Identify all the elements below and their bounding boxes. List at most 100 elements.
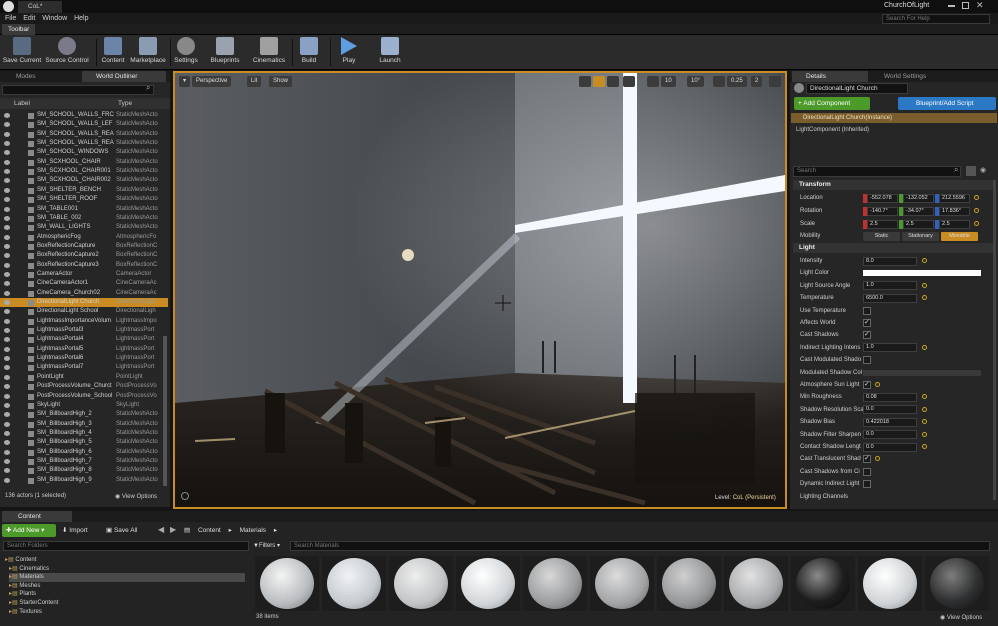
- import-button[interactable]: ⬇ Import: [62, 526, 88, 534]
- light-section-header[interactable]: Light: [793, 243, 993, 253]
- settings-button[interactable]: Settings: [172, 36, 200, 69]
- visibility-eye-icon[interactable]: [4, 281, 10, 287]
- folder-tree-item[interactable]: ▸▤ Textures: [9, 608, 245, 617]
- outliner-row[interactable]: SM_BillboardHigh_7 StaticMeshActo: [0, 457, 168, 466]
- property-checkbox[interactable]: [863, 379, 871, 391]
- help-search-input[interactable]: Search For Help: [882, 14, 990, 24]
- visibility-eye-icon[interactable]: [4, 440, 10, 446]
- maximize-icon[interactable]: [962, 2, 969, 9]
- property-value-field[interactable]: 1.0: [863, 343, 917, 353]
- visibility-eye-icon[interactable]: [4, 477, 10, 483]
- location-x-field[interactable]: -552.078: [867, 193, 898, 203]
- property-value-field[interactable]: 0.422018: [863, 417, 917, 427]
- breadcrumb-materials[interactable]: Materials: [240, 527, 266, 534]
- scale-x-field[interactable]: 2.5: [867, 219, 898, 229]
- minimize-icon[interactable]: [948, 5, 955, 7]
- outliner-row[interactable]: SM_SCHOOL_WALLS_REA StaticMeshActo: [0, 130, 168, 139]
- outliner-row[interactable]: BoxReflectionCapture BoxReflectionC: [0, 242, 168, 251]
- outliner-row[interactable]: LightmassImportanceVolum LightmassImpo: [0, 317, 168, 326]
- folder-tree-item[interactable]: ▸▤ Cinematics: [9, 565, 245, 574]
- property-checkbox[interactable]: [863, 467, 871, 476]
- folder-tree-item[interactable]: ▸▤ Materials: [9, 573, 245, 582]
- visibility-eye-icon[interactable]: [4, 393, 10, 399]
- mobility-stationary-toggle[interactable]: Stationary: [902, 231, 939, 241]
- tab-modes[interactable]: Modes: [2, 71, 80, 82]
- reset-to-default-icon[interactable]: [922, 419, 927, 425]
- outliner-row[interactable]: SM_TABLE001 StaticMeshActo: [0, 205, 168, 214]
- grid-snap-value[interactable]: 10: [661, 76, 676, 87]
- save-current-button[interactable]: Save Current: [2, 36, 42, 69]
- search-folders-input[interactable]: Search Folders: [3, 541, 249, 551]
- location-y-field[interactable]: -132.052: [903, 193, 934, 203]
- visibility-eye-icon[interactable]: [4, 300, 10, 305]
- visibility-eye-icon[interactable]: [4, 290, 10, 296]
- visibility-eye-icon[interactable]: [4, 131, 10, 137]
- transform-section-header[interactable]: Transform: [793, 180, 993, 190]
- visibility-eye-icon[interactable]: [4, 215, 10, 221]
- outliner-search-input[interactable]: [2, 85, 154, 95]
- rotation-y-field[interactable]: -34.07°: [903, 206, 934, 216]
- outliner-row[interactable]: SM_SHELTER_ROOF StaticMeshActo: [0, 195, 168, 204]
- material-thumbnail[interactable]: [858, 556, 922, 611]
- tab-world-settings[interactable]: World Settings: [870, 71, 954, 82]
- details-scrollbar[interactable]: [993, 180, 996, 500]
- outliner-row[interactable]: SM_SCXHOOL_CHAIR002 StaticMeshActo: [0, 176, 168, 185]
- mobility-static-toggle[interactable]: Static: [863, 231, 900, 241]
- viewport-options-button[interactable]: ▾: [179, 76, 191, 87]
- visibility-eye-icon[interactable]: [4, 113, 10, 118]
- show-button[interactable]: Show: [269, 76, 293, 87]
- visibility-eye-icon[interactable]: [4, 412, 10, 418]
- document-tab[interactable]: CoL*: [18, 1, 62, 13]
- visibility-eye-icon[interactable]: [4, 337, 10, 343]
- scale-label[interactable]: Scale: [800, 218, 864, 230]
- details-search-input[interactable]: Search: [793, 166, 961, 177]
- visibility-eye-icon[interactable]: [4, 449, 10, 455]
- outliner-row[interactable]: SM_SHELTER_BENCH StaticMeshActo: [0, 186, 168, 195]
- maximize-viewport-icon[interactable]: [769, 76, 781, 87]
- outliner-row[interactable]: SM_BillboardHigh_5 StaticMeshActo: [0, 438, 168, 447]
- rotate-tool-icon[interactable]: [593, 76, 605, 87]
- close-icon[interactable]: ✕: [976, 0, 984, 11]
- visibility-eye-icon[interactable]: [4, 346, 10, 352]
- outliner-row[interactable]: LightmassPortal7 LightmassPort: [0, 363, 168, 372]
- column-type[interactable]: Type: [118, 98, 132, 109]
- outliner-row[interactable]: BoxReflectionCapture2 BoxReflectionC: [0, 251, 168, 260]
- reset-to-default-icon[interactable]: [922, 258, 927, 263]
- material-thumbnail[interactable]: [657, 556, 721, 611]
- visibility-eye-icon[interactable]: [4, 197, 10, 203]
- visibility-eye-icon[interactable]: [4, 421, 10, 427]
- realtime-icon[interactable]: [181, 492, 189, 500]
- visibility-eye-icon[interactable]: [4, 356, 10, 362]
- world-local-icon[interactable]: [623, 76, 635, 87]
- forward-arrow-icon[interactable]: ▶: [170, 525, 176, 534]
- translate-tool-icon[interactable]: [579, 76, 591, 87]
- launch-button[interactable]: Launch: [375, 36, 405, 69]
- tab-content-browser[interactable]: Content Browser: [2, 511, 72, 531]
- lit-button[interactable]: Lit: [247, 76, 262, 87]
- property-checkbox[interactable]: [863, 453, 871, 465]
- visibility-eye-icon[interactable]: [4, 430, 10, 436]
- visibility-eye-icon[interactable]: [4, 178, 10, 184]
- back-arrow-icon[interactable]: ◀: [158, 525, 164, 534]
- property-value-field[interactable]: 6500.0: [863, 293, 917, 303]
- material-thumbnail[interactable]: [925, 556, 989, 611]
- property-value-field[interactable]: 0.0: [863, 405, 917, 415]
- property-matrix-icon[interactable]: [966, 166, 976, 176]
- outliner-row[interactable]: DirectionalLight School DirectionalLigh: [0, 307, 168, 316]
- outliner-row[interactable]: LightmassPortal5 LightmassPort: [0, 345, 168, 354]
- outliner-row[interactable]: SM_TABLE_002 StaticMeshActo: [0, 214, 168, 223]
- outliner-row[interactable]: SM_WALL_LIGHTS StaticMeshActo: [0, 223, 168, 232]
- content-button[interactable]: Content: [99, 36, 127, 69]
- visibility-eye-icon[interactable]: [4, 328, 10, 334]
- scale-y-field[interactable]: 2.5: [903, 219, 934, 229]
- material-thumbnail[interactable]: [389, 556, 453, 611]
- visibility-eye-icon[interactable]: [4, 234, 10, 240]
- visibility-eye-icon[interactable]: [4, 318, 10, 324]
- property-checkbox[interactable]: [863, 356, 871, 365]
- camera-speed[interactable]: 2: [751, 76, 763, 87]
- reset-to-default-icon[interactable]: [922, 431, 927, 437]
- outliner-row[interactable]: LightmassPortal3 LightmassPort: [0, 326, 168, 335]
- build-button[interactable]: Build: [296, 36, 322, 69]
- rotation-label[interactable]: Rotation: [800, 205, 864, 217]
- folder-tree-item[interactable]: ▸▤ Plants: [9, 590, 245, 599]
